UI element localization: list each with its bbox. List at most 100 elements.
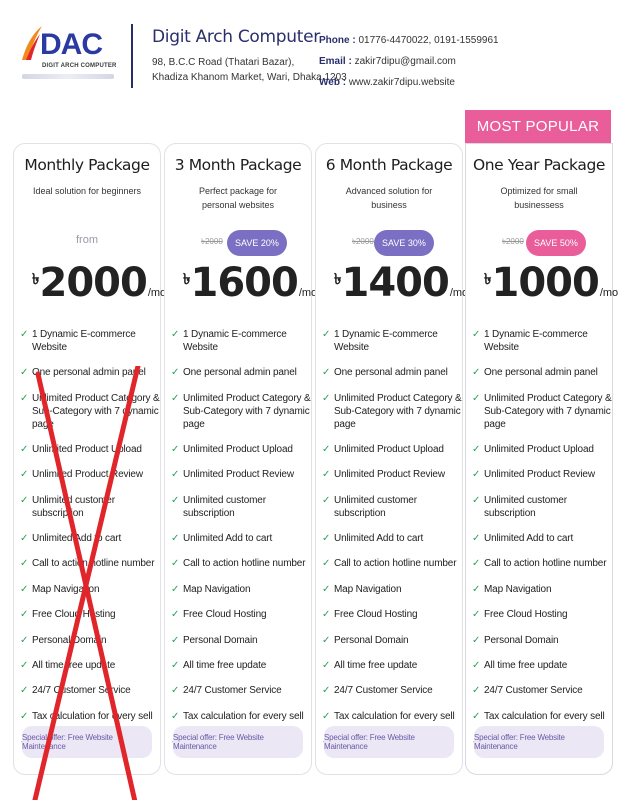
check-icon: ✓ — [472, 469, 481, 481]
feature-text: Unlimited Product Review — [484, 469, 595, 481]
price-from-label: from — [76, 234, 98, 246]
logo-tagline-blurred — [22, 74, 114, 79]
feature-item: ✓ 24/7 Customer Service — [20, 684, 162, 697]
feature-text: Map Navigation — [334, 583, 402, 595]
feature-item: ✓ Unlimited Product Upload — [171, 443, 313, 456]
feature-item: ✓ Unlimited Add to cart — [472, 532, 614, 545]
check-icon: ✓ — [20, 558, 29, 570]
currency-symbol: ৳ — [484, 271, 492, 288]
feature-text: Personal Domain — [334, 634, 409, 646]
currency-symbol: ৳ — [183, 271, 191, 288]
check-icon: ✓ — [20, 659, 29, 671]
feature-text: Map Navigation — [183, 583, 251, 595]
feature-list: ✓ 1 Dynamic E-commerce Website ✓ One person… — [322, 328, 464, 760]
check-icon: ✓ — [20, 494, 29, 506]
feature-item: ✓ One personal admin panel — [322, 366, 464, 379]
package-card[interactable]: Monthly Package Ideal solution for beginn… — [13, 143, 166, 800]
special-offer-button[interactable]: Special offer: Free Website Maintenance — [173, 726, 303, 758]
feature-item: ✓ Unlimited customer subscription — [171, 494, 313, 520]
feature-item: ✓ Free Cloud Hosting — [322, 608, 464, 621]
feature-text: All time free update — [32, 659, 116, 671]
feature-text: Personal Domain — [183, 634, 258, 646]
feature-item: ✓ 1 Dynamic E-commerce Website — [472, 328, 614, 354]
feature-item: ✓ Unlimited Product Category & Sub-Catego… — [322, 392, 464, 431]
feature-text: Unlimited Product Review — [183, 469, 294, 481]
special-offer-button[interactable]: Special offer: Free Website Maintenance — [324, 726, 454, 758]
feature-text: 24/7 Customer Service — [32, 685, 131, 697]
package-subtitle: Perfect package for personal websites — [198, 186, 278, 210]
feature-item: ✓ 1 Dynamic E-commerce Website — [322, 328, 464, 354]
feature-item: ✓ Unlimited Product Review — [171, 468, 313, 481]
check-icon: ✓ — [171, 469, 180, 481]
check-icon: ✓ — [322, 634, 331, 646]
feature-text: Unlimited Product Review — [334, 469, 445, 481]
feature-item: ✓ Unlimited Product Review — [20, 468, 162, 481]
feature-item: ✓ Unlimited Product Category & Sub-Catego… — [472, 392, 614, 431]
check-icon: ✓ — [20, 685, 29, 697]
feature-text: Unlimited Product Category & Sub-Categor… — [32, 392, 160, 430]
package-card[interactable]: 3 Month Package Perfect package for perso… — [164, 143, 317, 775]
feature-text: One personal admin panel — [484, 367, 598, 379]
header-divider — [131, 24, 133, 88]
feature-text: Unlimited Product Upload — [183, 443, 293, 455]
feature-item: ✓ 1 Dynamic E-commerce Website — [20, 328, 162, 354]
feature-text: Call to action hotline number — [32, 558, 155, 570]
check-icon: ✓ — [472, 329, 481, 340]
check-icon: ✓ — [472, 583, 481, 595]
package-card[interactable]: One Year Package Optimized for small busi… — [465, 143, 618, 775]
check-icon: ✓ — [472, 609, 481, 621]
feature-text: Unlimited Product Upload — [32, 443, 142, 455]
feature-text: 1 Dynamic E-commerce Website — [484, 329, 588, 353]
package-price: ৳1400/mo — [334, 260, 468, 310]
feature-item: ✓ One personal admin panel — [171, 366, 313, 379]
feature-item: ✓ Personal Domain — [20, 634, 162, 647]
phone-value[interactable]: 01776-4470022, 0191-1559961 — [358, 35, 498, 46]
contact-phone: Phone : 01776-4470022, 0191-1559961 — [319, 30, 499, 51]
feature-list: ✓ 1 Dynamic E-commerce Website ✓ One person… — [171, 328, 313, 760]
feature-text: Free Cloud Hosting — [32, 609, 116, 621]
check-icon: ✓ — [171, 685, 180, 697]
feature-text: Free Cloud Hosting — [484, 609, 568, 621]
check-icon: ✓ — [20, 710, 29, 722]
feature-text: Unlimited Add to cart — [183, 532, 273, 544]
check-icon: ✓ — [472, 532, 481, 544]
email-value[interactable]: zakir7dipu@gmail.com — [355, 56, 456, 67]
package-card[interactable]: 6 Month Package Advanced solution for bus… — [315, 143, 468, 775]
feature-text: One personal admin panel — [183, 367, 297, 379]
check-icon: ✓ — [171, 609, 180, 621]
feature-item: ✓ Tax calculation for every sell — [171, 710, 313, 723]
feature-text: Unlimited Product Upload — [484, 443, 594, 455]
feature-item: ✓ Unlimited Add to cart — [171, 532, 313, 545]
check-icon: ✓ — [472, 443, 481, 455]
company-logo: DAC DIGIT ARCH COMPUTER — [16, 24, 116, 82]
email-label: Email : — [319, 56, 352, 67]
feature-text: Unlimited Product Category & Sub-Categor… — [484, 392, 612, 430]
check-icon: ✓ — [472, 392, 481, 404]
check-icon: ✓ — [171, 558, 180, 570]
header: DAC DIGIT ARCH COMPUTER Digit Arch Compu… — [0, 0, 624, 100]
check-icon: ✓ — [171, 443, 180, 455]
feature-text: 24/7 Customer Service — [183, 685, 282, 697]
check-icon: ✓ — [171, 583, 180, 595]
check-icon: ✓ — [472, 494, 481, 506]
feature-item: ✓ Unlimited customer subscription — [472, 494, 614, 520]
feature-item: ✓ Unlimited Product Upload — [322, 443, 464, 456]
feature-text: 1 Dynamic E-commerce Website — [32, 329, 136, 353]
check-icon: ✓ — [20, 583, 29, 595]
feature-text: Unlimited customer subscription — [183, 494, 266, 519]
feature-item: ✓ 24/7 Customer Service — [322, 684, 464, 697]
feature-item: ✓ Free Cloud Hosting — [472, 608, 614, 621]
feature-item: ✓ Unlimited Product Review — [322, 468, 464, 481]
check-icon: ✓ — [171, 634, 180, 646]
check-icon: ✓ — [20, 609, 29, 621]
feature-item: ✓ Free Cloud Hosting — [20, 608, 162, 621]
address-line-2: Khadiza Khanom Market, Wari, Dhaka 1203 — [152, 72, 347, 83]
special-offer-button[interactable]: Special offer: Free Website Maintenance — [474, 726, 604, 758]
feature-item: ✓ All time free update — [20, 659, 162, 672]
special-offer-button[interactable]: Special offer: Free Website Maintenance — [22, 726, 152, 758]
feature-text: One personal admin panel — [32, 367, 146, 379]
feature-text: Personal Domain — [32, 634, 107, 646]
web-value[interactable]: www.zakir7dipu.website — [349, 77, 455, 88]
check-icon: ✓ — [322, 329, 331, 340]
feature-text: Tax calculation for every sell — [484, 710, 605, 722]
